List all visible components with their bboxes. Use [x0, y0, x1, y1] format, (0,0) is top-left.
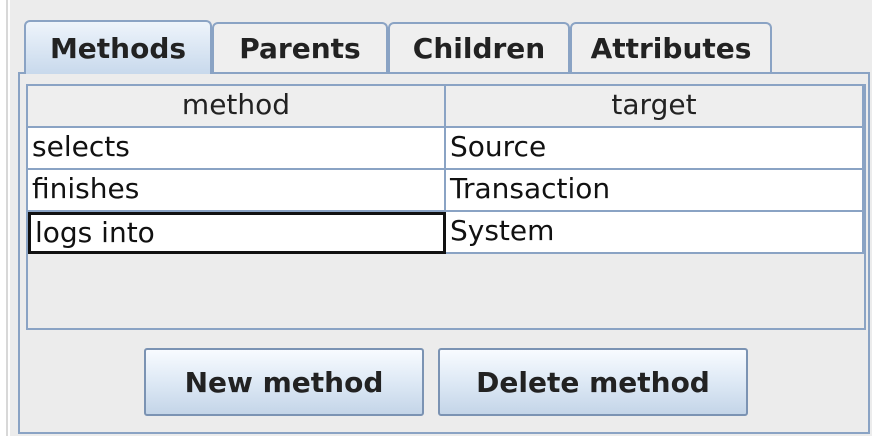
- tab-children-label: Children: [412, 31, 546, 65]
- target-cell[interactable]: System: [446, 212, 864, 254]
- method-cell-focused[interactable]: logs into: [28, 212, 446, 254]
- tab-attributes[interactable]: Attributes: [570, 22, 772, 72]
- delete-method-button[interactable]: Delete method: [438, 348, 748, 416]
- method-cell[interactable]: selects: [28, 128, 446, 170]
- tab-parents[interactable]: Parents: [212, 22, 388, 72]
- target-cell[interactable]: Transaction: [446, 170, 864, 212]
- table-header-row: method target: [28, 86, 864, 128]
- column-header-method[interactable]: method: [28, 86, 446, 128]
- method-cell[interactable]: finishes: [28, 170, 446, 212]
- tab-children[interactable]: Children: [388, 22, 570, 72]
- table-row[interactable]: finishes Transaction: [28, 170, 864, 212]
- target-cell[interactable]: Source: [446, 128, 864, 170]
- tab-parents-label: Parents: [239, 31, 361, 65]
- tab-attributes-label: Attributes: [590, 31, 752, 65]
- tab-methods[interactable]: Methods: [24, 20, 212, 74]
- column-header-target[interactable]: target: [446, 86, 864, 128]
- methods-panel: method target selects Source finishes Tr…: [18, 72, 870, 434]
- new-method-button[interactable]: New method: [144, 348, 424, 416]
- tab-methods-label: Methods: [49, 31, 187, 65]
- table-row[interactable]: logs into System: [28, 212, 864, 254]
- window-left-edge: [0, 0, 10, 436]
- table-row[interactable]: selects Source: [28, 128, 864, 170]
- methods-table[interactable]: method target selects Source finishes Tr…: [26, 84, 866, 330]
